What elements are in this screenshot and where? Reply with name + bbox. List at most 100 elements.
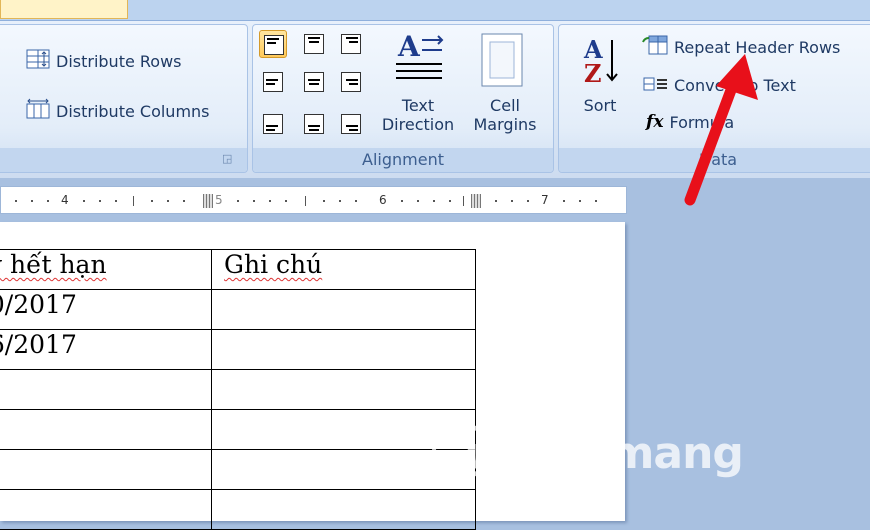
distribute-rows-icon: [26, 48, 50, 74]
cell-margins-icon[interactable]: [480, 32, 524, 92]
ribbon: Distribute Rows Distribute Columns ◲ Ali…: [0, 0, 870, 178]
distribute-columns-label: Distribute Columns: [56, 101, 210, 121]
table-row[interactable]: 10/2017: [0, 289, 476, 330]
convert-to-text-button[interactable]: Convert to Text: [642, 72, 796, 98]
ruler-dot: [151, 200, 153, 202]
formula-icon: fx: [646, 112, 664, 132]
table-header-cell[interactable]: ày hết hạn: [0, 249, 212, 290]
table-cell[interactable]: [0, 449, 212, 490]
ruler-tick: [305, 196, 306, 206]
ruler-dot: [285, 200, 287, 202]
distribute-columns-button[interactable]: Distribute Columns: [26, 98, 210, 124]
ruler-label-7: 7: [541, 193, 549, 207]
convert-to-text-label: Convert to Text: [674, 75, 796, 95]
cell-margins-label[interactable]: Cell Margins: [460, 96, 550, 134]
ruler-dot: [15, 200, 17, 202]
table-cell[interactable]: [211, 489, 476, 530]
ruler-label-4: 4: [61, 193, 69, 207]
distribute-rows-button[interactable]: Distribute Rows: [26, 48, 182, 74]
ruler-dot: [401, 200, 403, 202]
text-direction-label[interactable]: Text Direction: [372, 96, 464, 134]
formula-button[interactable]: fx Formula: [646, 112, 734, 132]
align-bottom-left-button[interactable]: [259, 110, 287, 138]
ruler-dot: [237, 200, 239, 202]
align-bottom-right-button[interactable]: [337, 110, 365, 138]
repeat-header-rows-icon: [642, 34, 668, 60]
text-direction-icon[interactable]: A: [392, 30, 446, 90]
svg-text:A: A: [397, 30, 421, 63]
ruler-dot: [527, 200, 529, 202]
table-cell[interactable]: 10/2017: [0, 289, 212, 330]
ruler-dot: [417, 200, 419, 202]
ruler-dot: [595, 200, 597, 202]
ruler-dot: [253, 200, 255, 202]
align-bottom-center-button[interactable]: [300, 110, 328, 138]
table-row[interactable]: 06/2017: [0, 329, 476, 370]
ruler-dot: [47, 200, 49, 202]
ruler-column-marker[interactable]: [203, 194, 213, 208]
watermark: Quantrimang: [428, 428, 744, 479]
ruler-column-marker[interactable]: [471, 194, 481, 208]
watermark-text: uantrimang: [464, 428, 744, 479]
table-cell[interactable]: [211, 369, 476, 410]
distribute-rows-label: Distribute Rows: [56, 51, 182, 71]
ruler-tick: [133, 196, 134, 206]
table-header-row[interactable]: ày hết hạn Ghi chú: [0, 249, 476, 290]
ruler-dot: [99, 200, 101, 202]
ribbon-tab-strip: [0, 0, 870, 21]
table-cell[interactable]: [0, 369, 212, 410]
table-row[interactable]: [0, 409, 476, 450]
ruler-dot: [339, 200, 341, 202]
ruler-dot: [511, 200, 513, 202]
horizontal-ruler[interactable]: 4 5 6 7: [0, 186, 627, 214]
table-cell[interactable]: 06/2017: [0, 329, 212, 370]
ruler-dot: [495, 200, 497, 202]
table-row[interactable]: [0, 489, 476, 530]
formula-label: Formula: [669, 112, 735, 132]
table-cell[interactable]: [0, 489, 212, 530]
convert-to-text-icon: [642, 72, 668, 98]
ruler-dot: [31, 200, 33, 202]
table-cell[interactable]: [211, 329, 476, 370]
group-data-label: Data: [559, 148, 870, 172]
align-top-left-button[interactable]: [259, 30, 287, 58]
tab-layout[interactable]: [0, 0, 128, 19]
repeat-header-rows-button[interactable]: Repeat Header Rows: [642, 34, 840, 60]
ruler-dot: [269, 200, 271, 202]
ruler-dot: [115, 200, 117, 202]
align-top-right-button[interactable]: [337, 30, 365, 58]
ruler-dot: [355, 200, 357, 202]
table-row[interactable]: [0, 369, 476, 410]
ruler-margin-area: [627, 186, 870, 214]
align-center-right-button[interactable]: [337, 68, 365, 96]
table-row[interactable]: [0, 449, 476, 490]
ruler-tick: [463, 196, 464, 206]
ruler-dot: [83, 200, 85, 202]
ruler-dot: [449, 200, 451, 202]
group-cell-size-label: [0, 148, 247, 172]
table-cell[interactable]: [211, 289, 476, 330]
table-header-cell[interactable]: Ghi chú: [211, 249, 476, 290]
ruler-dot: [323, 200, 325, 202]
distribute-columns-icon: [26, 98, 50, 124]
table-cell[interactable]: [0, 409, 212, 450]
header-expiry-date: ày hết hạn: [0, 250, 107, 279]
sort-icon[interactable]: AZ: [576, 34, 624, 94]
align-center-left-button[interactable]: [259, 68, 287, 96]
ruler-dot: [563, 200, 565, 202]
ruler-dot: [167, 200, 169, 202]
ruler-label-6: 6: [379, 193, 387, 207]
align-top-center-button[interactable]: [300, 30, 328, 58]
align-center-button[interactable]: [300, 68, 328, 96]
group-alignment-label: Alignment: [253, 148, 553, 172]
sort-label[interactable]: Sort: [574, 96, 626, 115]
ruler-dot: [183, 200, 185, 202]
ruler-dot: [579, 200, 581, 202]
ruler-dot: [433, 200, 435, 202]
sort-icon-z: Z: [584, 59, 602, 88]
repeat-header-rows-label: Repeat Header Rows: [674, 37, 841, 57]
document-table[interactable]: ày hết hạn Ghi chú 10/2017 06/2017: [0, 249, 476, 530]
cell-size-dialog-launcher[interactable]: ◲: [222, 152, 232, 165]
ruler-label-5: 5: [215, 193, 223, 207]
header-notes: Ghi chú: [224, 250, 323, 279]
